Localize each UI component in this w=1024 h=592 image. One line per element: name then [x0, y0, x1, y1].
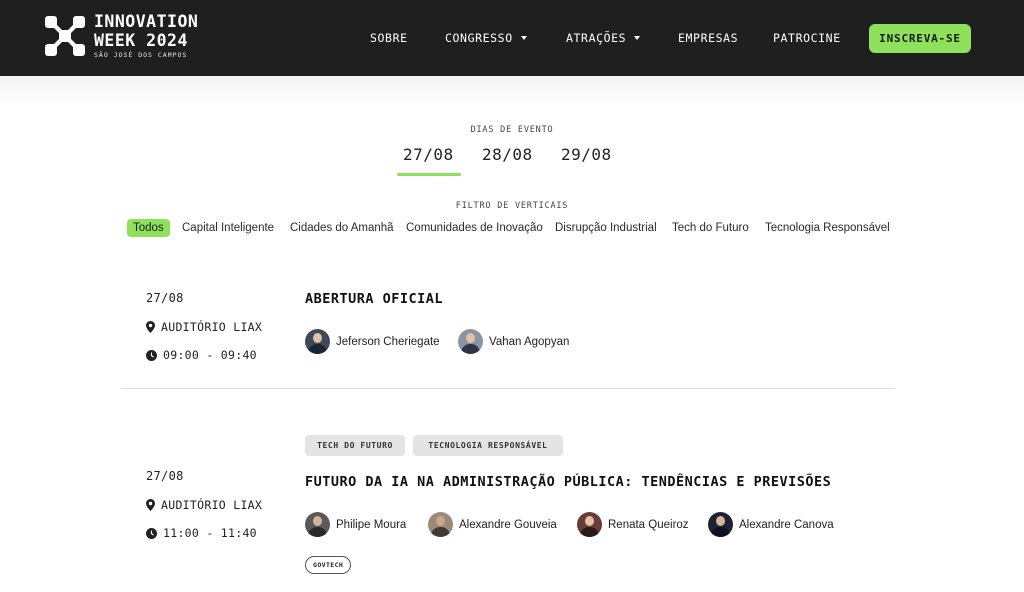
day-tab-28-08[interactable]: 28/08: [482, 145, 533, 164]
days-label: DIAS DE EVENTO: [470, 125, 554, 135]
filter-todos[interactable]: Todos: [127, 219, 170, 237]
day-tab-29-08[interactable]: 29/08: [561, 145, 612, 164]
session-location: AUDITÓRIO LIAX: [146, 498, 262, 512]
tag-tecnologia-responsavel[interactable]: TECNOLOGIA RESPONSÁVEL: [413, 435, 563, 456]
clock-icon: [146, 527, 157, 539]
day-tab-27-08[interactable]: 27/08: [403, 145, 454, 164]
filter-cidades-do-amanha[interactable]: Cidades do Amanhã: [290, 222, 394, 234]
nav-item-label: PATROCINE: [773, 31, 841, 45]
logo-subtitle: SÃO JOSÉ DOS CAMPOS: [94, 51, 188, 59]
map-pin-icon: [146, 499, 155, 511]
category-pill-govtech[interactable]: GOVTECH: [305, 556, 352, 574]
speaker-name: Alexandre Canova: [739, 518, 834, 531]
speaker-name: Vahan Agopyan: [489, 335, 570, 348]
speaker-item[interactable]: Vahan Agopyan: [458, 329, 569, 354]
clock-icon: [146, 349, 157, 361]
avatar: [428, 512, 453, 537]
speaker-name: Renata Queiroz: [608, 518, 689, 531]
speaker-item[interactable]: Philipe Moura: [305, 512, 406, 537]
session-time: 09:00 - 09:40: [146, 348, 257, 362]
session-date: 27/08: [146, 291, 184, 305]
session-location-text: AUDITÓRIO LIAX: [161, 498, 263, 512]
session-time-text: 11:00 - 11:40: [163, 526, 257, 540]
avatar: [577, 512, 602, 537]
speaker-item[interactable]: Alexandre Gouveia: [428, 512, 557, 537]
nav-item-label: EMPRESAS: [678, 31, 739, 45]
site-logo[interactable]: INNOVATION WEEK 2024 SÃO JOSÉ DOS CAMPOS: [44, 12, 224, 64]
nav-item-empresas[interactable]: EMPRESAS: [678, 31, 738, 45]
session-time-text: 09:00 - 09:40: [163, 348, 257, 362]
session-title[interactable]: ABERTURA OFICIAL: [305, 291, 443, 307]
session-location-text: AUDITÓRIO LIAX: [161, 320, 263, 334]
speaker-item[interactable]: Jeferson Cheriegate: [305, 329, 440, 354]
nav-item-patrocine[interactable]: PATROCINE: [773, 31, 841, 45]
nav-item-atracoes[interactable]: ATRAÇÕES: [566, 31, 641, 45]
chevron-down-icon: [634, 36, 641, 40]
avatar: [708, 512, 733, 537]
site-header: INNOVATION WEEK 2024 SÃO JOSÉ DOS CAMPOS…: [0, 0, 1024, 76]
filter-capital-inteligente[interactable]: Capital Inteligente: [182, 222, 274, 234]
chevron-down-icon: [520, 36, 527, 40]
avatar: [305, 512, 330, 537]
map-pin-icon: [146, 321, 155, 333]
avatar: [458, 329, 483, 354]
speaker-name: Philipe Moura: [336, 518, 407, 531]
session-title[interactable]: FUTURO DA IA NA ADMINISTRAÇÃO PÚBLICA: T…: [305, 474, 831, 490]
nav-item-congresso[interactable]: CONGRESSO: [445, 31, 527, 45]
filter-disrupcao-industrial[interactable]: Disrupção Industrial: [555, 222, 657, 234]
speaker-item[interactable]: Alexandre Canova: [708, 512, 834, 537]
logo-title-line2: WEEK 2024: [94, 30, 188, 50]
speaker-name: Alexandre Gouveia: [459, 518, 557, 531]
filter-tecnologia-responsavel[interactable]: Tecnologia Responsável: [765, 222, 890, 234]
tag-tech-do-futuro[interactable]: TECH DO FUTURO: [305, 435, 405, 456]
filters-label: FILTRO DE VERTICAIS: [455, 201, 569, 211]
nav-item-label: CONGRESSO: [445, 31, 513, 45]
nav-item-sobre[interactable]: SOBRE: [370, 31, 408, 45]
logo-title-line1: INNOVATION: [94, 12, 199, 31]
nav-item-label: ATRAÇÕES: [566, 31, 627, 45]
register-button[interactable]: INSCREVA-SE: [869, 24, 971, 53]
avatar: [305, 329, 330, 354]
session-location: AUDITÓRIO LIAX: [146, 320, 262, 334]
speaker-name: Jeferson Cheriegate: [336, 335, 440, 348]
session-date: 27/08: [146, 469, 184, 483]
session-divider: [121, 388, 895, 389]
nav-item-label: SOBRE: [370, 31, 408, 45]
session-time: 11:00 - 11:40: [146, 526, 257, 540]
speaker-item[interactable]: Renata Queiroz: [577, 512, 689, 537]
filter-tech-do-futuro[interactable]: Tech do Futuro: [672, 222, 749, 234]
filter-comunidades-de-inovacao[interactable]: Comunidades de Inovação: [406, 222, 543, 234]
header-shadow: [0, 76, 1024, 106]
active-day-indicator: [397, 173, 461, 176]
logo-x-icon: [45, 16, 85, 56]
